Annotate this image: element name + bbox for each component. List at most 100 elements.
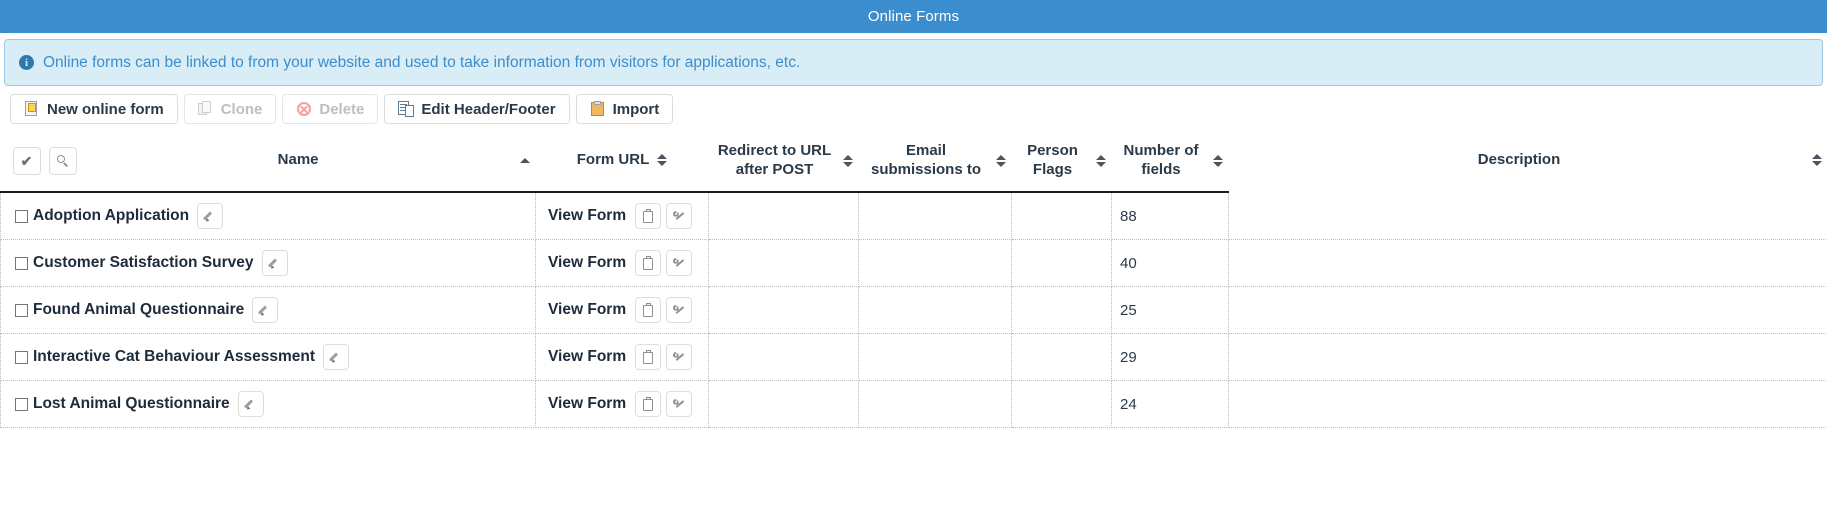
form-name: Lost Animal Questionnaire	[33, 395, 230, 412]
cell-description	[1228, 333, 1827, 381]
cell-number-of-fields: 25	[1111, 286, 1229, 334]
edit-form-button[interactable]	[237, 391, 264, 417]
cell-person-flags	[1011, 333, 1112, 381]
sort-indicator-number-of-fields[interactable]	[1212, 154, 1223, 167]
sort-indicator-email-submissions[interactable]	[995, 154, 1006, 167]
table-row[interactable]: Customer Satisfaction Survey View Form 4…	[0, 239, 1827, 287]
table-body: Adoption Application View Form 88 Custom…	[0, 192, 1827, 428]
edit-form-button[interactable]	[252, 297, 279, 323]
toolbar: New online form Clone Delete Edit Header…	[0, 86, 1827, 130]
pencil-icon	[328, 351, 342, 364]
wrench-icon	[672, 257, 686, 270]
import-icon	[590, 101, 606, 117]
table-row[interactable]: Found Animal Questionnaire View Form 25	[0, 286, 1827, 334]
column-header-email-submissions[interactable]: Email submissions to	[858, 130, 1012, 193]
wrench-icon	[672, 398, 686, 411]
copy-url-button[interactable]	[635, 344, 662, 370]
cell-email-submissions	[858, 192, 1012, 240]
delete-label: Delete	[319, 100, 365, 118]
copy-url-button[interactable]	[635, 203, 662, 229]
row-checkbox[interactable]	[15, 256, 28, 270]
form-name: Customer Satisfaction Survey	[33, 254, 254, 271]
new-form-icon	[24, 101, 40, 117]
clone-icon	[197, 101, 214, 117]
view-form-link[interactable]: View Form	[548, 348, 626, 366]
column-header-redirect-url[interactable]: Redirect to URL after POST	[708, 130, 859, 193]
cell-form-url: View Form	[535, 192, 709, 240]
form-settings-button[interactable]	[666, 297, 693, 323]
cell-form-url: View Form	[535, 286, 709, 334]
copy-url-button[interactable]	[635, 391, 662, 417]
cell-form-url: View Form	[535, 333, 709, 381]
form-settings-button[interactable]	[666, 391, 693, 417]
column-header-person-flags-label: Person Flags	[1027, 142, 1078, 178]
edit-form-button[interactable]	[197, 203, 224, 229]
delete-button[interactable]: Delete	[282, 94, 379, 124]
new-online-form-button[interactable]: New online form	[10, 94, 178, 124]
copy-url-button[interactable]	[635, 250, 662, 276]
sort-indicator-form-url[interactable]	[657, 154, 668, 167]
cell-number-of-fields: 40	[1111, 239, 1229, 287]
view-form-link[interactable]: View Form	[548, 254, 626, 272]
cell-redirect-url	[708, 380, 859, 428]
cell-name: Customer Satisfaction Survey	[0, 239, 536, 287]
pencil-icon	[243, 398, 257, 411]
cell-person-flags	[1011, 192, 1112, 240]
form-settings-button[interactable]	[666, 250, 693, 276]
form-name: Interactive Cat Behaviour Assessment	[33, 348, 315, 365]
page-title: Online Forms	[867, 8, 960, 25]
new-online-form-label: New online form	[47, 100, 164, 118]
copy-url-button[interactable]	[635, 297, 662, 323]
edit-form-button[interactable]	[261, 250, 288, 276]
sort-indicator-redirect-url[interactable]	[842, 154, 853, 167]
sort-indicator-person-flags[interactable]	[1095, 154, 1106, 167]
form-name: Adoption Application	[33, 207, 190, 224]
forms-table-container: ✔ Name Form URL Redirect to URL after PO…	[0, 130, 1827, 428]
info-alert-text: Online forms can be linked to from your …	[43, 53, 801, 71]
sort-indicator-name[interactable]	[519, 158, 530, 163]
column-header-description[interactable]: Description	[1229, 130, 1827, 192]
column-header-name[interactable]: ✔ Name	[0, 130, 536, 193]
edit-form-button[interactable]	[322, 344, 349, 370]
view-form-link[interactable]: View Form	[548, 301, 626, 319]
check-icon: ✔	[20, 152, 33, 169]
column-header-name-label: Name	[277, 151, 319, 169]
cell-person-flags	[1011, 239, 1112, 287]
cell-description	[1228, 192, 1827, 240]
row-checkbox[interactable]	[15, 397, 28, 411]
import-button[interactable]: Import	[575, 94, 674, 124]
cell-form-url: View Form	[535, 380, 709, 428]
edit-header-footer-button[interactable]: Edit Header/Footer	[384, 94, 570, 124]
view-form-link[interactable]: View Form	[548, 207, 626, 225]
table-row[interactable]: Interactive Cat Behaviour Assessment Vie…	[0, 333, 1827, 381]
clipboard-icon	[642, 302, 654, 317]
search-icon	[57, 155, 68, 167]
cell-person-flags	[1011, 286, 1112, 334]
sort-indicator-description[interactable]	[1811, 154, 1822, 167]
form-settings-button[interactable]	[666, 344, 693, 370]
cell-name: Adoption Application	[0, 192, 536, 240]
clone-button[interactable]: Clone	[183, 94, 277, 124]
cell-number-of-fields: 88	[1111, 192, 1229, 240]
cell-name: Lost Animal Questionnaire	[0, 380, 536, 428]
view-form-link[interactable]: View Form	[548, 395, 626, 413]
row-checkbox[interactable]	[15, 303, 28, 317]
pencil-icon	[258, 304, 271, 317]
wrench-icon	[672, 351, 686, 364]
cell-email-submissions	[858, 286, 1012, 334]
filter-search-button[interactable]	[48, 146, 77, 175]
column-header-number-of-fields[interactable]: Number of fields	[1111, 130, 1229, 193]
cell-person-flags	[1011, 380, 1112, 428]
form-settings-button[interactable]	[666, 203, 693, 229]
table-row[interactable]: Adoption Application View Form 88	[0, 192, 1827, 240]
column-header-person-flags[interactable]: Person Flags	[1011, 130, 1112, 193]
table-row[interactable]: Lost Animal Questionnaire View Form 24	[0, 380, 1827, 428]
cell-email-submissions	[858, 333, 1012, 381]
row-checkbox[interactable]	[15, 350, 28, 364]
column-header-email-submissions-label: Email submissions to	[870, 142, 982, 178]
cell-redirect-url	[708, 239, 859, 287]
select-all-button[interactable]: ✔	[12, 146, 41, 175]
column-header-form-url[interactable]: Form URL	[535, 130, 709, 193]
alert-container: i Online forms can be linked to from you…	[0, 33, 1827, 86]
row-checkbox[interactable]	[15, 209, 28, 223]
